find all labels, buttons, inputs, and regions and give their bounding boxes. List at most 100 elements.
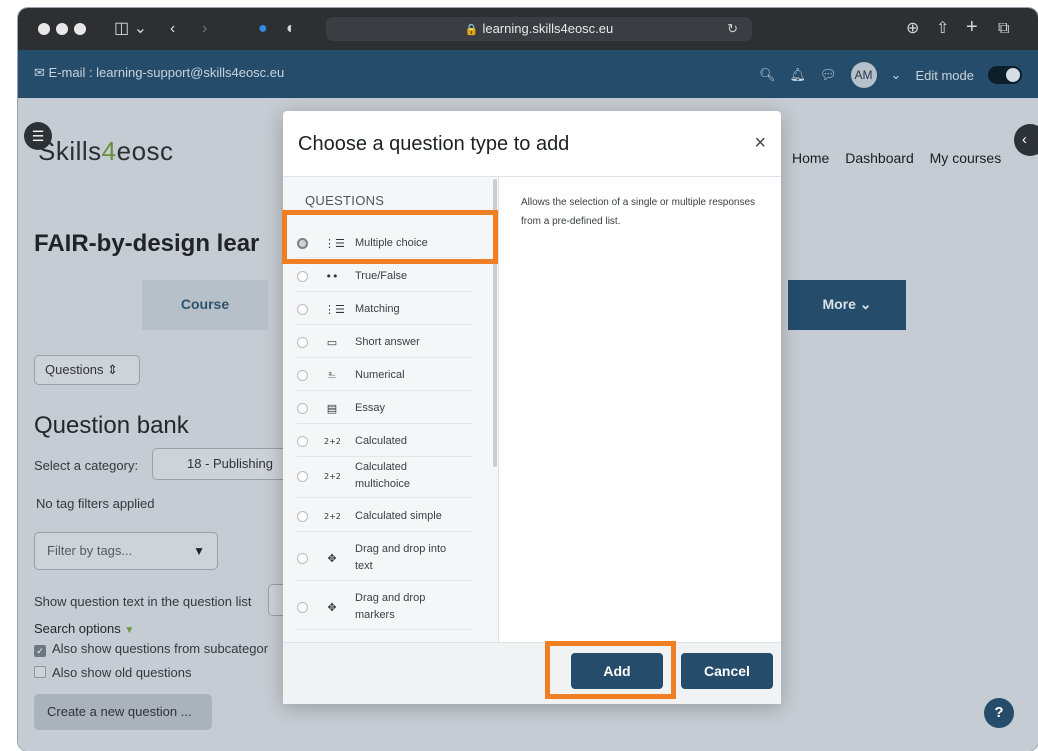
question-type-option[interactable]: 2+2 Calculated xyxy=(297,426,473,457)
question-type-label: Numerical xyxy=(355,368,405,381)
question-type-label: Calculated simple xyxy=(355,509,442,522)
question-type-label: Essay xyxy=(355,401,385,414)
radio-button[interactable] xyxy=(297,336,308,348)
privacy-shield-icon[interactable]: ◐ xyxy=(286,18,296,40)
forward-icon[interactable]: › xyxy=(202,18,207,40)
questions-nav-select[interactable]: Questions ⇕ xyxy=(34,355,140,385)
radio-button[interactable] xyxy=(297,552,308,564)
search-icon[interactable]: 🔍︎ xyxy=(759,67,776,83)
lock-icon: 🔒 xyxy=(464,24,479,36)
question-type-option[interactable]: ⎁ Numerical xyxy=(297,360,473,391)
question-type-option[interactable]: ✥ Drag and drop into text xyxy=(297,536,473,581)
nav-my-courses[interactable]: My courses xyxy=(930,150,1002,166)
back-icon[interactable]: ‹ xyxy=(170,18,175,40)
nav-home[interactable]: Home xyxy=(792,150,829,166)
calculated-icon: 2+2 xyxy=(324,436,341,446)
tag-filter-input[interactable]: Filter by tags... ▼ xyxy=(34,532,218,570)
search-options-toggle[interactable]: Search options ▼ xyxy=(34,621,134,636)
move-icon: ✥ xyxy=(327,551,337,565)
move-icon: ✥ xyxy=(327,600,337,614)
extension-icon[interactable]: ● xyxy=(258,18,268,40)
question-type-label: Calculated multichoice xyxy=(355,461,411,490)
tag-filter-status: No tag filters applied xyxy=(36,496,155,511)
radio-button[interactable] xyxy=(297,402,308,414)
numerical-icon: ⎁ xyxy=(327,368,337,381)
question-type-option[interactable]: ⋮☰ Multiple choice xyxy=(297,229,473,258)
tab-more[interactable]: More ⌄ xyxy=(788,280,906,330)
question-type-option[interactable]: 2+2 Calculated multichoice xyxy=(297,455,473,498)
add-button[interactable]: Add xyxy=(571,653,663,689)
edit-mode-toggle[interactable] xyxy=(988,66,1022,84)
messages-icon[interactable]: 💬︎ xyxy=(820,67,837,83)
sidebar-icon[interactable]: ◫ ⌄ xyxy=(114,18,147,40)
minimize-window-button[interactable] xyxy=(56,23,68,35)
radio-button[interactable] xyxy=(297,270,308,282)
close-icon[interactable]: × xyxy=(754,133,766,153)
question-type-option[interactable]: ⋮☰ Matching xyxy=(297,294,473,325)
share-icon[interactable]: ⇧ xyxy=(936,18,949,40)
tag-filter-placeholder: Filter by tags... xyxy=(47,543,133,558)
subcategories-checkbox-row[interactable]: ✓ Also show questions from subcategor xyxy=(34,641,268,657)
question-type-option[interactable]: •• True/False xyxy=(297,261,473,292)
scrollbar[interactable] xyxy=(493,179,497,467)
radio-button[interactable] xyxy=(297,510,308,522)
calculated-simple-icon: 2+2 xyxy=(324,511,341,521)
chevron-down-icon[interactable]: ⌄ xyxy=(891,67,902,83)
question-type-label: Drag and drop markers xyxy=(355,592,426,621)
question-type-option[interactable]: ✥ Drag and drop markers xyxy=(297,585,473,630)
block-drawer-toggle[interactable]: ‹ xyxy=(1014,124,1038,156)
modal-title: Choose a question type to add xyxy=(298,133,570,155)
list-icon: ⋮☰ xyxy=(324,236,345,250)
logo-text-skills: Skills xyxy=(38,136,102,166)
question-type-option[interactable]: ▤ Essay xyxy=(297,393,473,424)
tab-overview-icon[interactable]: ⧉ xyxy=(998,18,1009,40)
address-bar[interactable]: 🔒 learning.skills4eosc.eu ↻ xyxy=(326,17,752,41)
cancel-button[interactable]: Cancel xyxy=(681,653,773,689)
tab-course[interactable]: Course xyxy=(142,280,268,330)
question-type-list[interactable]: QUESTIONS ⋮☰ Multiple choice •• True/False ⋮… xyxy=(283,177,499,642)
radio-button[interactable] xyxy=(297,601,308,613)
radio-button[interactable] xyxy=(297,470,308,482)
question-type-label: Short answer xyxy=(355,335,420,348)
old-questions-label: Also show old questions xyxy=(52,665,192,680)
radio-button[interactable] xyxy=(297,435,308,447)
new-tab-icon[interactable]: + xyxy=(966,16,978,38)
question-type-label: True/False xyxy=(355,269,408,282)
create-question-button[interactable]: Create a new question ... xyxy=(34,694,212,730)
question-type-modal: Choose a question type to add × QUESTION… xyxy=(283,111,781,704)
question-type-description: Allows the selection of a single or mult… xyxy=(521,197,756,227)
logo-text-4: 4 xyxy=(101,136,117,166)
help-button[interactable]: ? xyxy=(984,698,1014,728)
url-text: learning.skills4eosc.eu xyxy=(482,21,614,36)
old-questions-checkbox-row[interactable]: Also show old questions xyxy=(34,665,191,680)
question-bank-heading: Question bank xyxy=(34,412,189,439)
topbar-actions: 🔍︎ 🔔︎ 💬︎ AM ⌄ Edit mode xyxy=(759,62,1022,88)
notifications-icon[interactable]: 🔔︎ xyxy=(790,67,807,83)
checkbox-unchecked[interactable] xyxy=(34,666,46,678)
close-window-button[interactable] xyxy=(38,23,50,35)
browser-toolbar: ◫ ⌄ ‹ › ● ◐ 🔒 learning.skills4eosc.eu ↻ ⊕… xyxy=(18,8,1038,50)
category-select[interactable]: 18 - Publishing xyxy=(152,448,294,480)
question-type-label: Drag and drop into text xyxy=(355,543,447,572)
reload-icon[interactable]: ↻ xyxy=(727,17,738,41)
question-type-option[interactable]: 2+2 Calculated simple xyxy=(297,501,473,532)
radio-button[interactable] xyxy=(297,369,308,381)
site-logo[interactable]: Skills4eosc xyxy=(38,136,174,167)
category-label: Select a category: xyxy=(34,458,139,473)
edit-mode-label: Edit mode xyxy=(915,67,974,83)
nav-dashboard[interactable]: Dashboard xyxy=(845,150,914,166)
checkbox-checked[interactable]: ✓ xyxy=(34,645,46,657)
radio-button[interactable] xyxy=(297,303,308,315)
radio-button[interactable] xyxy=(297,237,308,249)
question-type-option[interactable]: ▭ Short answer xyxy=(297,327,473,358)
avatar[interactable]: AM xyxy=(850,62,877,88)
matching-icon: ⋮☰ xyxy=(324,302,345,316)
primary-navigation: Home Dashboard My courses xyxy=(792,150,1013,166)
logo-text-eosc: eosc xyxy=(116,136,174,166)
list-heading: QUESTIONS xyxy=(305,193,385,208)
zoom-window-button[interactable] xyxy=(74,23,86,35)
essay-icon: ▤ xyxy=(326,401,338,415)
downloads-icon[interactable]: ⊕ xyxy=(906,18,919,40)
dropdown-arrow-icon: ▼ xyxy=(193,544,205,558)
support-email[interactable]: ✉ E-mail : learning-support@skills4eosc.… xyxy=(34,65,284,81)
